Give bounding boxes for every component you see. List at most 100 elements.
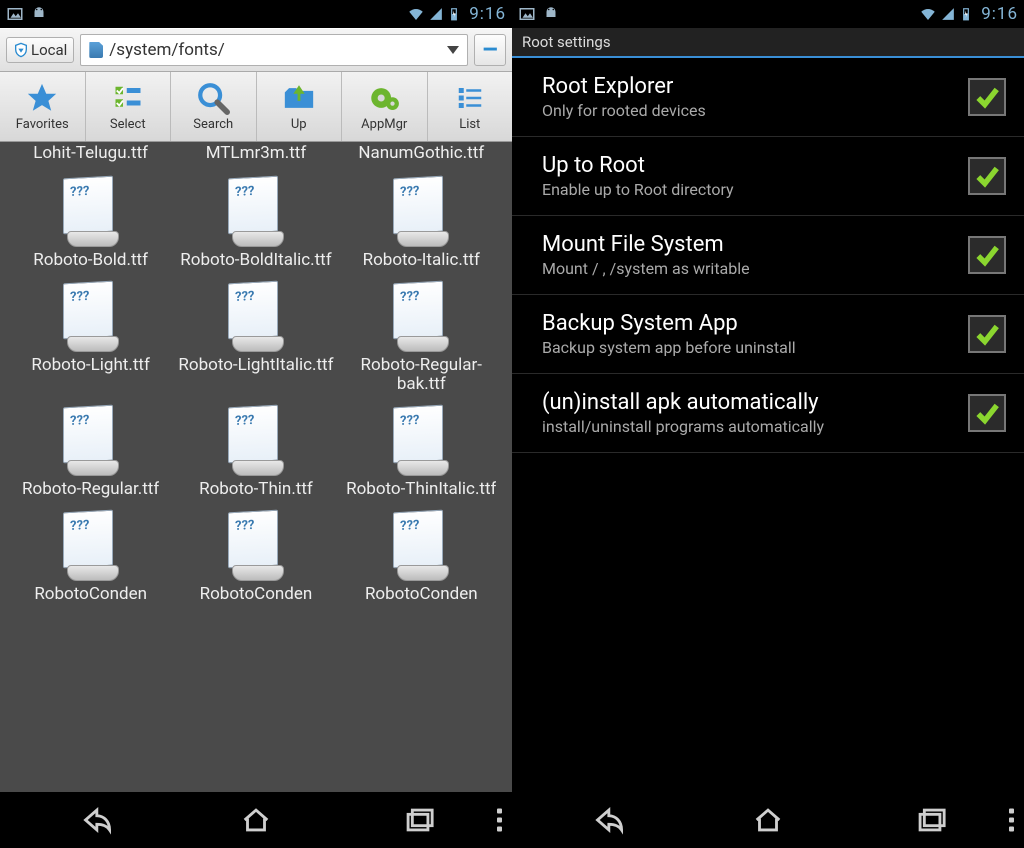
file-label: Roboto-LightItalic.ttf: [178, 356, 333, 375]
phone-left: 9:16 Local /system/fonts/ – Favorites Se…: [0, 0, 512, 848]
toolbar-appmgr[interactable]: AppMgr: [342, 72, 428, 141]
file-grid[interactable]: Lohit-Telugu.ttf MTLmr3m.ttf NanumGothic…: [0, 142, 512, 792]
wifi-icon: [919, 5, 937, 23]
setting-item[interactable]: Mount File SystemMount / , /system as wr…: [512, 216, 1024, 295]
file-label[interactable]: MTLmr3m.ttf: [173, 144, 338, 169]
file-item[interactable]: Roboto-Thin.ttf: [173, 398, 338, 503]
setting-item[interactable]: Up to RootEnable up to Root directory: [512, 137, 1024, 216]
file-item[interactable]: Roboto-Regular.ttf: [8, 398, 173, 503]
file-icon: [383, 175, 459, 251]
file-label[interactable]: NanumGothic.ttf: [339, 144, 504, 169]
file-icon: [383, 509, 459, 585]
battery-charging-icon: [959, 7, 973, 21]
file-label: RobotoConden: [200, 585, 313, 604]
file-item[interactable]: Roboto-ThinItalic.ttf: [339, 398, 504, 503]
toolbar-up[interactable]: Up: [257, 72, 343, 141]
android-icon: [542, 5, 560, 23]
toolbar-label: Search: [193, 117, 233, 132]
file-icon: [53, 404, 129, 480]
path-input[interactable]: /system/fonts/: [80, 34, 468, 66]
recents-icon[interactable]: [401, 803, 435, 837]
file-item[interactable]: Roboto-BoldItalic.ttf: [173, 169, 338, 274]
file-row: RobotoConden RobotoConden RobotoConden: [8, 503, 504, 608]
back-icon[interactable]: [589, 803, 623, 837]
recents-icon[interactable]: [913, 803, 947, 837]
setting-subtitle: Mount / , /system as writable: [542, 259, 968, 278]
status-bar: 9:16: [0, 0, 512, 28]
file-label: Roboto-Bold.ttf: [33, 251, 148, 270]
nav-bar: [512, 792, 1024, 848]
file-item[interactable]: Roboto-Light.ttf: [8, 274, 173, 379]
file-icon: [383, 280, 459, 356]
menu-icon[interactable]: [497, 809, 502, 832]
file-icon: [218, 280, 294, 356]
file-item[interactable]: Roboto-LightItalic.ttf: [173, 274, 338, 379]
file-label: Roboto-ThinItalic.ttf: [346, 480, 496, 499]
toolbar: Favorites Select Search Up AppMgr: [0, 72, 512, 142]
file-label: Roboto-Thin.ttf: [199, 480, 313, 499]
setting-title: Up to Root: [542, 153, 968, 178]
toolbar-label: AppMgr: [361, 117, 407, 132]
setting-title: Backup System App: [542, 311, 968, 336]
setting-subtitle: install/uninstall programs automatically: [542, 417, 968, 436]
back-icon[interactable]: [77, 803, 111, 837]
file-item[interactable]: RobotoConden: [339, 503, 504, 608]
sdcard-icon: [89, 42, 103, 58]
wifi-icon: [407, 5, 425, 23]
file-label: Roboto-BoldItalic.ttf: [180, 251, 331, 270]
minimize-button[interactable]: –: [474, 34, 506, 66]
file-label: Roboto-Regular.ttf: [22, 480, 159, 499]
file-icon: [53, 175, 129, 251]
file-item[interactable]: Roboto-Italic.ttf: [339, 169, 504, 274]
file-row: Roboto-Bold.ttf Roboto-BoldItalic.ttf Robo…: [8, 169, 504, 274]
toolbar-search[interactable]: Search: [171, 72, 257, 141]
file-item[interactable]: Roboto-Regular-bak.ttf: [339, 274, 504, 398]
file-item[interactable]: Roboto-Bold.ttf: [8, 169, 173, 274]
search-icon: [196, 81, 230, 115]
toolbar-favorites[interactable]: Favorites: [0, 72, 86, 141]
toolbar-label: List: [459, 117, 480, 132]
toolbar-label: Up: [291, 117, 307, 132]
file-row: Roboto-Regular.ttf Roboto-Thin.ttf Roboto-…: [8, 398, 504, 503]
file-label: RobotoConden: [34, 585, 147, 604]
phone-right: 9:16 Root settings Root ExplorerOnly for…: [512, 0, 1024, 848]
home-icon[interactable]: [239, 803, 273, 837]
settings-header: Root settings: [512, 28, 1024, 58]
checkbox[interactable]: [968, 315, 1006, 353]
signal-icon: [941, 7, 955, 21]
settings-title: Root settings: [522, 33, 611, 51]
file-label: RobotoConden: [365, 585, 478, 604]
status-bar: 9:16: [512, 0, 1024, 28]
file-item[interactable]: RobotoConden: [8, 503, 173, 608]
gear-icon: [367, 81, 401, 115]
settings-list: Root ExplorerOnly for rooted devicesUp t…: [512, 58, 1024, 792]
path-text: /system/fonts/: [109, 40, 224, 60]
checkbox[interactable]: [968, 236, 1006, 274]
toolbar-label: Select: [110, 117, 146, 132]
setting-item[interactable]: (un)install apk automaticallyinstall/uni…: [512, 374, 1024, 453]
file-icon: [218, 509, 294, 585]
home-icon[interactable]: [751, 803, 785, 837]
file-icon: [218, 404, 294, 480]
setting-item[interactable]: Root ExplorerOnly for rooted devices: [512, 58, 1024, 137]
file-item[interactable]: RobotoConden: [173, 503, 338, 608]
toolbar-select[interactable]: Select: [86, 72, 172, 141]
file-icon: [383, 404, 459, 480]
clock: 9:16: [981, 4, 1018, 24]
file-label[interactable]: Lohit-Telugu.ttf: [8, 144, 173, 169]
toolbar-list[interactable]: List: [428, 72, 513, 141]
file-label: Roboto-Italic.ttf: [363, 251, 480, 270]
file-label: Roboto-Regular-bak.ttf: [343, 356, 500, 394]
setting-item[interactable]: Backup System AppBackup system app befor…: [512, 295, 1024, 374]
list-icon: [455, 83, 485, 113]
checkbox[interactable]: [968, 157, 1006, 195]
nav-bar: [0, 792, 512, 848]
storage-selector[interactable]: Local: [6, 37, 74, 63]
menu-icon[interactable]: [1009, 809, 1014, 832]
battery-charging-icon: [447, 7, 461, 21]
checkbox[interactable]: [968, 78, 1006, 116]
file-label: Roboto-Light.ttf: [31, 356, 149, 375]
checklist-icon: [113, 83, 143, 113]
star-icon: [25, 81, 59, 115]
checkbox[interactable]: [968, 394, 1006, 432]
